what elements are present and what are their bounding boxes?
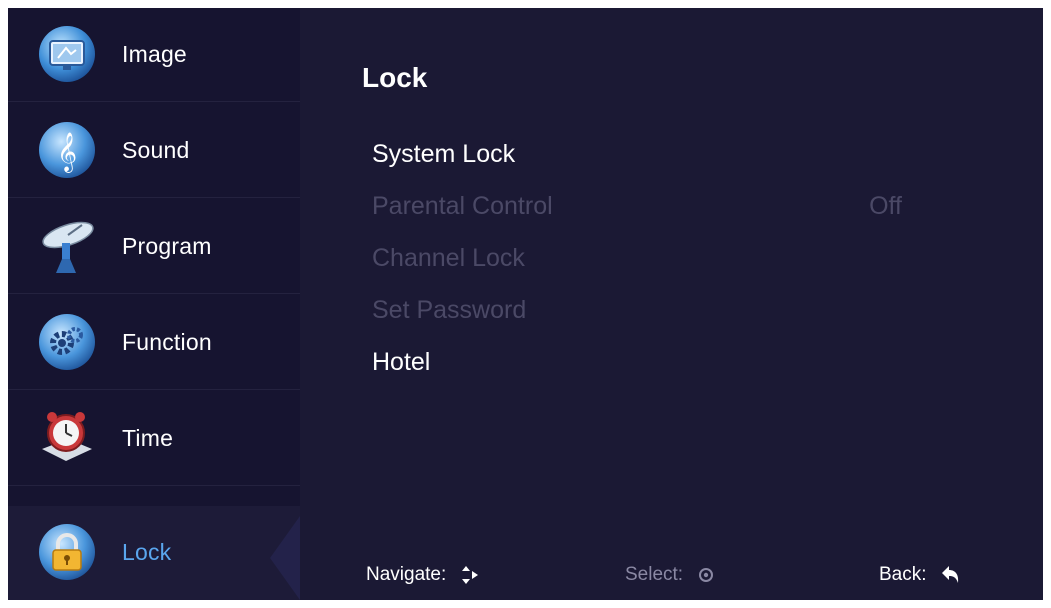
menu-item-label: Hotel [372,348,431,376]
sidebar: Image 𝄞 Sound Program Function Time Lock [8,8,300,600]
menu-item-channel-lock: Channel Lock [372,244,932,284]
footer-back-hint: Back: [879,564,961,586]
gear-icon [38,313,96,371]
menu-item-parental-control: Parental Control Off [372,192,932,232]
svg-text:𝄞: 𝄞 [57,132,77,173]
menu-item-label: System Lock [372,140,516,168]
sidebar-item-label: Sound [122,137,190,163]
menu-item-value: Off [869,192,902,220]
menu-item-set-password: Set Password [372,296,932,336]
menu-item-label: Set Password [372,296,527,324]
padlock-icon [38,523,96,581]
footer-select-label: Select: [625,564,684,585]
sidebar-item-label: Program [122,233,212,259]
sidebar-item-image[interactable]: Image [8,8,300,102]
active-indicator-arrow [270,516,300,600]
back-arrow-icon [939,564,961,586]
footer-select-hint: Select: [625,564,717,586]
sidebar-item-label: Function [122,329,212,355]
music-note-icon: 𝄞 [38,121,96,179]
sidebar-item-program[interactable]: Program [8,200,300,294]
alarm-clock-icon [38,409,96,467]
sidebar-item-function[interactable]: Function [8,296,300,390]
menu-item-label: Parental Control [372,192,553,220]
sidebar-item-label: Lock [122,539,172,565]
tv-menu-screen: Image 𝄞 Sound Program Function Time Lock… [8,8,1043,600]
menu-item-label: Channel Lock [372,244,525,272]
ok-button-icon [695,564,717,586]
sidebar-item-label: Image [122,41,187,67]
menu-item-hotel[interactable]: Hotel [372,348,932,388]
satellite-dish-icon [38,217,96,275]
page-title: Lock [362,62,428,93]
sidebar-item-time[interactable]: Time [8,392,300,486]
footer-back-label: Back: [879,564,927,585]
sidebar-item-sound[interactable]: 𝄞 Sound [8,104,300,198]
monitor-icon [38,25,96,83]
menu-item-system-lock[interactable]: System Lock [372,140,932,180]
sidebar-item-lock[interactable]: Lock [8,506,300,600]
navigate-arrows-icon [458,564,480,586]
sidebar-item-label: Time [122,425,174,451]
footer-navigate-hint: Navigate: [366,564,480,586]
footer-navigate-label: Navigate: [366,564,447,585]
